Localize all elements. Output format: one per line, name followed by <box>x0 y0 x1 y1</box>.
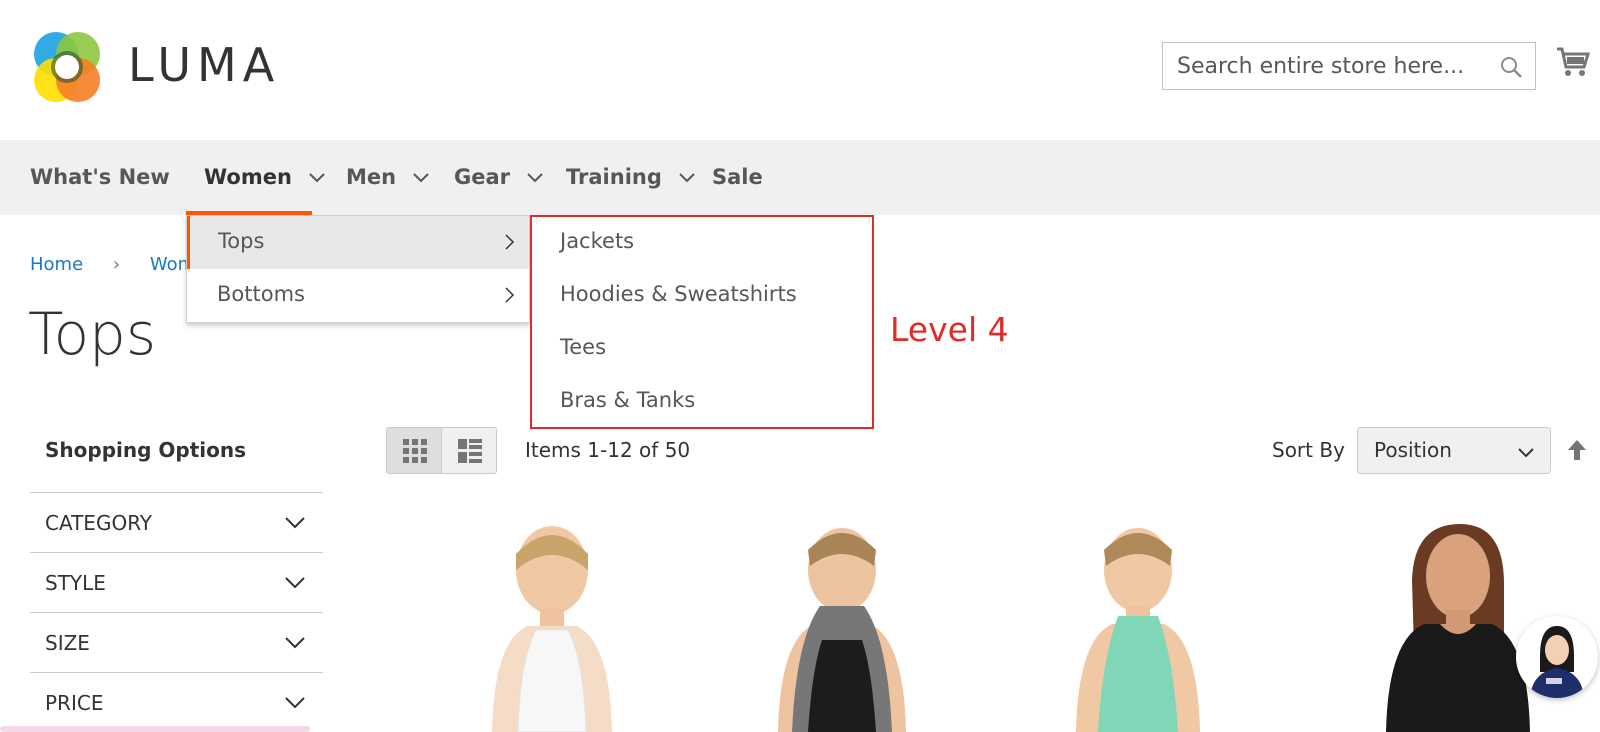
filter-label: SIZE <box>45 631 90 655</box>
filter-style[interactable]: STYLE <box>30 552 323 612</box>
filter-category[interactable]: CATEGORY <box>30 492 323 552</box>
filter-label: CATEGORY <box>45 511 153 535</box>
breadcrumb-separator-icon: › <box>112 254 121 275</box>
product-image[interactable] <box>722 520 962 732</box>
nav-item-sale[interactable]: Sale <box>712 140 763 215</box>
chevron-right-icon <box>505 234 515 250</box>
luma-logo[interactable] <box>30 30 104 104</box>
sort-select[interactable]: Position <box>1357 427 1551 474</box>
nav-label: Training <box>566 165 662 189</box>
search-icon[interactable] <box>1499 55 1523 79</box>
chevron-down-icon <box>285 517 305 529</box>
chevron-down-icon <box>1518 448 1534 458</box>
sort-by-label: Sort By <box>1272 438 1345 462</box>
filter-size[interactable]: SIZE <box>30 612 323 672</box>
decorative-bar <box>0 726 310 732</box>
grid-view-button[interactable] <box>386 427 442 474</box>
chat-avatar[interactable] <box>1516 616 1598 698</box>
list-view-button[interactable] <box>441 427 497 474</box>
breadcrumb-home[interactable]: Home <box>30 254 83 275</box>
product-image[interactable] <box>1018 520 1258 732</box>
submenu-item-hoodies[interactable]: Hoodies & Sweatshirts <box>560 282 797 306</box>
dropdown-item-label: Bottoms <box>217 282 305 306</box>
chevron-down-icon <box>285 697 305 709</box>
sort-select-value: Position <box>1374 438 1452 462</box>
nav-item-whats-new[interactable]: What's New <box>30 140 170 215</box>
nav-label: Women <box>204 165 292 189</box>
shopping-options-title: Shopping Options <box>45 438 247 462</box>
nav-item-training[interactable]: Training <box>566 140 695 215</box>
chevron-down-icon <box>309 173 325 183</box>
product-image[interactable] <box>432 520 672 732</box>
search-input[interactable] <box>1163 43 1493 89</box>
tops-submenu: Jackets Hoodies & Sweatshirts Tees Bras … <box>530 215 874 429</box>
page-title: Tops <box>28 300 157 368</box>
dropdown-item-tops[interactable]: Tops <box>187 216 529 269</box>
dropdown-item-bottoms[interactable]: Bottoms <box>187 269 529 322</box>
cart-icon[interactable] <box>1556 46 1590 78</box>
chevron-down-icon <box>527 173 544 183</box>
nav-item-gear[interactable]: Gear <box>454 140 544 215</box>
main-nav: What's New Women Men Gear Training Sale <box>0 140 1600 215</box>
chevron-down-icon <box>285 577 305 589</box>
filter-price[interactable]: PRICE <box>30 672 323 732</box>
filter-label: STYLE <box>45 571 106 595</box>
grid-icon <box>403 439 427 463</box>
breadcrumb: Home › Wome <box>30 254 206 275</box>
header: LUMA <box>0 0 1600 140</box>
items-count: Items 1-12 of 50 <box>525 438 691 462</box>
chevron-down-icon <box>413 173 430 183</box>
nav-label: What's New <box>30 165 170 189</box>
nav-label: Men <box>346 165 397 189</box>
submenu-item-tees[interactable]: Tees <box>560 335 606 359</box>
logo-text[interactable]: LUMA <box>128 38 280 92</box>
nav-label: Sale <box>712 165 763 189</box>
women-dropdown-menu: Tops Bottoms <box>186 215 530 323</box>
sort-direction-arrow-icon[interactable] <box>1566 438 1588 462</box>
chevron-right-icon <box>505 287 515 303</box>
annotation-label: Level 4 <box>890 310 1009 349</box>
submenu-item-jackets[interactable]: Jackets <box>560 229 634 253</box>
chevron-down-icon <box>679 173 695 183</box>
search-box[interactable] <box>1162 42 1536 90</box>
filter-label: PRICE <box>45 691 104 715</box>
nav-item-men[interactable]: Men <box>346 140 430 215</box>
nav-label: Gear <box>454 165 511 189</box>
submenu-item-bras-tanks[interactable]: Bras & Tanks <box>560 388 695 412</box>
chevron-down-icon <box>285 637 305 649</box>
nav-item-women[interactable]: Women <box>204 140 325 215</box>
dropdown-item-label: Tops <box>218 229 265 253</box>
list-icon <box>458 439 482 463</box>
